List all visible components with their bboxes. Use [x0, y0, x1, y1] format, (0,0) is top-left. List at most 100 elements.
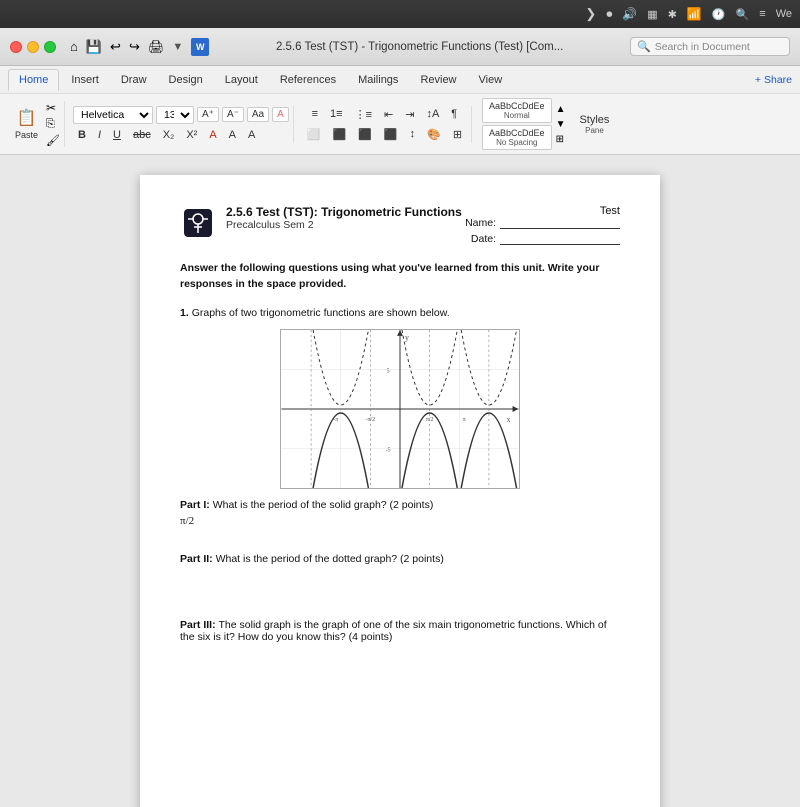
underline-button[interactable]: U: [108, 127, 126, 143]
mac-icon-we: We: [776, 8, 792, 20]
part-I-text: What is the period of the solid graph? (…: [213, 499, 434, 511]
part-II-bold: Part II:: [180, 553, 216, 565]
print-icon[interactable]: 🖨: [148, 39, 165, 55]
home-icon[interactable]: ⌂: [70, 39, 78, 54]
font-shrink-button[interactable]: A⁻: [222, 107, 244, 122]
strikethrough-button[interactable]: abc: [128, 127, 156, 143]
date-underline: [500, 233, 620, 245]
borders-button[interactable]: ⊞: [448, 126, 467, 143]
style-nospace[interactable]: AaBbCcDdEe No Spacing: [482, 125, 552, 150]
paste-label: Paste: [15, 130, 38, 140]
superscript-button[interactable]: X²: [181, 127, 202, 143]
traffic-lights: [10, 41, 56, 53]
part-III-label: Part III: The solid graph is the graph o…: [180, 619, 620, 643]
part-II-text: What is the period of the dotted graph? …: [216, 553, 444, 565]
styles-section: AaBbCcDdEe Normal AaBbCcDdEe No Spacing …: [476, 98, 571, 150]
style-nospace-preview: AaBbCcDdEe: [489, 128, 545, 138]
name-label: Name:: [465, 217, 496, 229]
titlebar: ⌂ 💾 ↩ ↪ 🖨 ▼ W 2.5.6 Test (TST) - Trigono…: [0, 28, 800, 66]
line-spacing-button[interactable]: ↕: [405, 126, 421, 142]
name-underline: [500, 217, 620, 229]
search-placeholder: Search in Document: [655, 41, 750, 53]
titlebar-search[interactable]: 🔍 Search in Document: [630, 37, 790, 56]
paste-button[interactable]: 📋 Paste: [10, 106, 43, 142]
date-line: Date:: [471, 233, 620, 245]
font-grow-button[interactable]: A⁺: [197, 107, 219, 122]
align-right-button[interactable]: ⬛: [353, 126, 377, 143]
font-color-button[interactable]: A: [204, 127, 221, 143]
svg-text:5: 5: [387, 368, 390, 374]
redo-icon[interactable]: ↪: [129, 39, 140, 55]
show-marks-button[interactable]: ¶: [446, 106, 462, 122]
graph-container: x y -π -π/2 π/2 π 5 -5: [280, 329, 520, 489]
italic-button[interactable]: I: [93, 127, 106, 143]
doc-header: 2.5.6 Test (TST): Trigonometric Function…: [180, 205, 620, 249]
font-family-select[interactable]: Helvetica: [73, 106, 153, 124]
style-normal-preview: AaBbCcDdEe: [489, 101, 545, 111]
styles-expand-icon[interactable]: ⊞: [556, 134, 566, 145]
sort-button[interactable]: ↕A: [421, 106, 444, 122]
paste-section: 📋 Paste ✂ ⎘ 🖌: [6, 101, 65, 147]
svg-text:-5: -5: [386, 447, 391, 453]
shading-button[interactable]: 🎨: [422, 126, 446, 143]
date-label: Date:: [471, 233, 496, 245]
tab-draw[interactable]: Draw: [111, 70, 157, 90]
part-I-bold: Part I:: [180, 499, 213, 511]
tab-insert[interactable]: Insert: [61, 70, 109, 90]
part-II-answer: [180, 569, 620, 599]
tab-home[interactable]: Home: [8, 69, 59, 91]
align-left-button[interactable]: ⬜: [302, 126, 326, 143]
share-button[interactable]: + Share: [755, 74, 792, 86]
bold-button[interactable]: B: [73, 127, 91, 143]
svg-text:y: y: [405, 332, 409, 341]
tab-view[interactable]: View: [469, 70, 513, 90]
ribbon-toolbar: 📋 Paste ✂ ⎘ 🖌 Helvetica 13.5 A⁺ A⁻ Aa: [0, 94, 800, 154]
numbering-button[interactable]: 1≡: [325, 106, 348, 122]
tab-references[interactable]: References: [270, 70, 346, 90]
copy-icon[interactable]: ⎘: [46, 118, 60, 131]
undo-icon[interactable]: ↩: [110, 39, 121, 55]
font-size-select[interactable]: 13.5: [156, 106, 194, 124]
bullets-button[interactable]: ≡: [307, 106, 323, 122]
maximize-button[interactable]: [44, 41, 56, 53]
tab-mailings[interactable]: Mailings: [348, 70, 408, 90]
name-line: Name:: [465, 217, 620, 229]
paste-icon: 📋: [17, 108, 37, 128]
tab-design[interactable]: Design: [159, 70, 213, 90]
doc-logo: [180, 205, 216, 241]
test-label: Test: [600, 205, 620, 217]
styles-scroll-up-icon[interactable]: ▲: [556, 104, 566, 115]
align-center-button[interactable]: ⬛: [328, 126, 352, 143]
change-case-button[interactable]: Aa: [247, 107, 269, 122]
minimize-button[interactable]: [27, 41, 39, 53]
titlebar-title: 2.5.6 Test (TST) - Trigonometric Functio…: [217, 41, 622, 53]
tab-layout[interactable]: Layout: [215, 70, 268, 90]
highlight-button[interactable]: A: [224, 127, 241, 143]
styles-pane-icon[interactable]: Styles: [579, 114, 609, 126]
close-button[interactable]: [10, 41, 22, 53]
ribbon: Home Insert Draw Design Layout Reference…: [0, 66, 800, 155]
mac-icon-display: ▦: [647, 8, 657, 21]
tab-review[interactable]: Review: [410, 70, 466, 90]
document-page: 2.5.6 Test (TST): Trigonometric Function…: [140, 175, 660, 807]
part-I-label: Part I: What is the period of the solid …: [180, 499, 620, 511]
indent-decrease-button[interactable]: ⇤: [379, 106, 398, 123]
clear-format-button[interactable]: A: [243, 127, 260, 143]
svg-text:x: x: [507, 414, 511, 423]
doc-icon: W: [191, 38, 209, 56]
cut-icon[interactable]: ✂: [46, 101, 60, 115]
doc-subtitle: Precalculus Sem 2: [226, 219, 465, 231]
justify-button[interactable]: ⬛: [379, 126, 403, 143]
doc-header-right: Test Name: Date:: [465, 205, 620, 249]
format-painter-icon[interactable]: 🖌: [46, 134, 60, 147]
part-II-label: Part II: What is the period of the dotte…: [180, 553, 620, 565]
part-I-answer: π/2: [180, 515, 620, 533]
style-normal[interactable]: AaBbCcDdEe Normal: [482, 98, 552, 123]
styles-scroll-down-icon[interactable]: ▼: [556, 119, 566, 130]
indent-increase-button[interactable]: ⇥: [400, 106, 419, 123]
document-area: 2.5.6 Test (TST): Trigonometric Function…: [0, 155, 800, 807]
multilevel-button[interactable]: ⋮≡: [350, 106, 377, 123]
text-effects-button[interactable]: A: [272, 107, 289, 122]
save-icon[interactable]: 💾: [86, 39, 102, 55]
subscript-button[interactable]: X₂: [158, 127, 180, 143]
